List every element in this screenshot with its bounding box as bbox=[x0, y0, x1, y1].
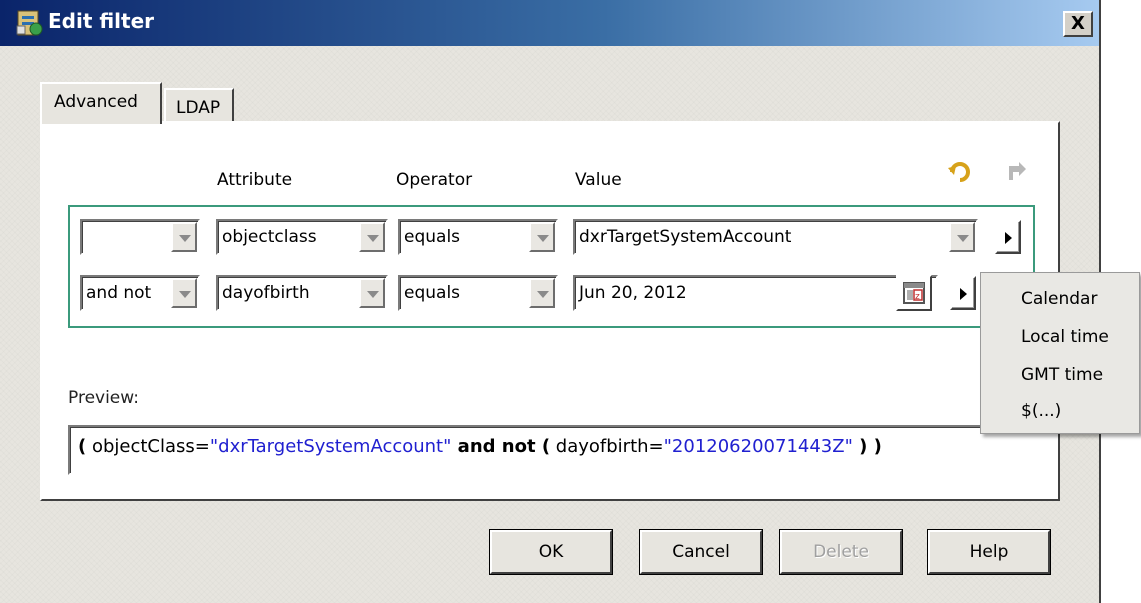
close-button[interactable]: X bbox=[1063, 11, 1093, 37]
menu-item-local-time[interactable]: Local time bbox=[1021, 327, 1109, 347]
preview-attr2: dayofbirth= bbox=[550, 436, 664, 457]
tab-ldap-label: LDAP bbox=[176, 98, 221, 118]
row1-connector-select[interactable] bbox=[80, 219, 200, 255]
preview-attr1: objectClass= bbox=[86, 436, 210, 457]
row1-menu-button[interactable] bbox=[995, 220, 1021, 254]
ok-label: OK bbox=[538, 542, 564, 562]
window-title: Edit filter bbox=[48, 9, 155, 33]
row1-value-text: dxrTargetSystemAccount bbox=[579, 227, 792, 247]
undo-icon[interactable] bbox=[946, 160, 972, 186]
edit-filter-dialog: Edit filter X Advanced LDAP Attribute Op… bbox=[0, 0, 1101, 603]
help-label: Help bbox=[969, 542, 1009, 562]
row2-attribute-value: dayofbirth bbox=[222, 283, 310, 303]
chevron-down-icon[interactable] bbox=[171, 222, 197, 252]
cancel-label: Cancel bbox=[672, 542, 730, 562]
menu-item-calendar[interactable]: Calendar bbox=[1021, 289, 1097, 309]
value-header: Value bbox=[575, 170, 622, 190]
redo-icon bbox=[1009, 162, 1026, 180]
chevron-down-icon[interactable] bbox=[529, 222, 555, 252]
preview-open-paren: ( bbox=[78, 436, 87, 457]
row1-attribute-select[interactable]: objectclass bbox=[216, 219, 388, 255]
tab-advanced-label: Advanced bbox=[54, 92, 138, 112]
preview-operator: and not ( bbox=[451, 436, 551, 457]
row2-connector-select[interactable]: and not bbox=[80, 275, 200, 311]
row1-operator-select[interactable]: equals bbox=[398, 219, 558, 255]
row2-attribute-select[interactable]: dayofbirth bbox=[216, 275, 388, 311]
chevron-down-icon[interactable] bbox=[359, 278, 385, 308]
delete-button: Delete bbox=[780, 530, 902, 574]
row2-value-input[interactable]: Jun 20, 2012 bbox=[573, 275, 938, 311]
row2-menu-button[interactable] bbox=[950, 276, 976, 310]
calendar-button[interactable]: z bbox=[896, 275, 932, 311]
preview-field: ( objectClass="dxrTargetSystemAccount" a… bbox=[68, 425, 1034, 475]
chevron-down-icon[interactable] bbox=[529, 278, 555, 308]
row1-operator-value: equals bbox=[404, 227, 461, 247]
help-button[interactable]: Help bbox=[928, 530, 1050, 574]
preview-close-paren: ) ) bbox=[852, 436, 882, 457]
row1-attribute-value: objectclass bbox=[222, 227, 317, 247]
close-icon: X bbox=[1071, 13, 1085, 34]
calendar-icon: z bbox=[903, 282, 925, 304]
menu-item-gmt-time[interactable]: GMT time bbox=[1021, 365, 1103, 385]
attribute-header: Attribute bbox=[217, 170, 293, 190]
row2-operator-select[interactable]: equals bbox=[398, 275, 558, 311]
cancel-button[interactable]: Cancel bbox=[640, 530, 762, 574]
menu-item-variable[interactable]: $(...) bbox=[1021, 401, 1061, 421]
row2-operator-value: equals bbox=[404, 283, 461, 303]
chevron-down-icon[interactable] bbox=[359, 222, 385, 252]
preview-value1: "dxrTargetSystemAccount" bbox=[209, 436, 452, 457]
filter-app-icon bbox=[16, 10, 43, 36]
value-context-menu: Calendar Local time GMT time $(...) bbox=[980, 272, 1140, 434]
chevron-down-icon[interactable] bbox=[949, 222, 975, 252]
tab-advanced[interactable]: Advanced bbox=[40, 82, 162, 124]
delete-label: Delete bbox=[813, 542, 869, 562]
preview-value2: "20120620071443Z" bbox=[663, 436, 853, 457]
preview-label: Preview: bbox=[68, 388, 139, 408]
row2-connector-value: and not bbox=[86, 283, 152, 303]
title-bar[interactable]: Edit filter X bbox=[0, 0, 1099, 46]
row1-value-select[interactable]: dxrTargetSystemAccount bbox=[573, 219, 978, 255]
operator-header: Operator bbox=[396, 170, 473, 190]
row2-value-text: Jun 20, 2012 bbox=[579, 283, 687, 303]
svg-text:z: z bbox=[915, 292, 920, 302]
chevron-down-icon[interactable] bbox=[171, 278, 197, 308]
ok-button[interactable]: OK bbox=[490, 530, 612, 574]
